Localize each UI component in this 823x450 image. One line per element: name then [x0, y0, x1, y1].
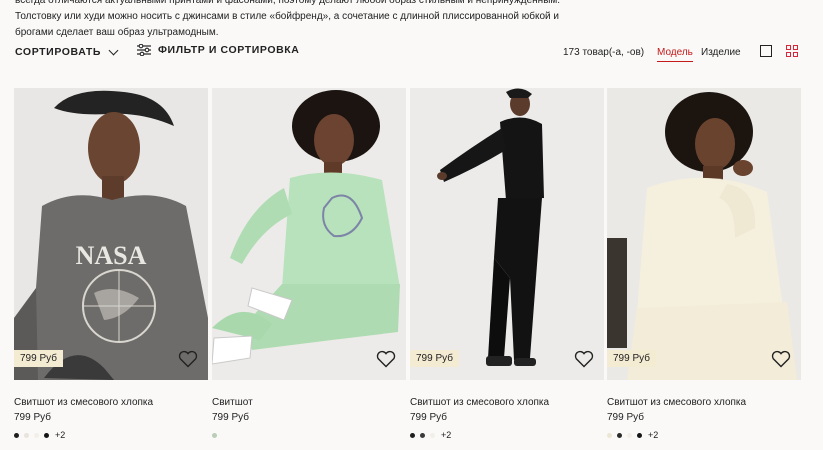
category-description: всегда отличаются актуальными принтами и… — [15, 0, 815, 41]
product-price: 799 Руб — [14, 412, 51, 423]
price-tag: 799 Руб — [607, 350, 656, 367]
sort-button[interactable]: СОРТИРОВАТЬ — [15, 45, 119, 58]
color-swatch[interactable] — [24, 432, 29, 438]
color-swatch[interactable] — [607, 432, 612, 438]
more-colors[interactable]: +2 — [648, 430, 658, 440]
product-image[interactable]: 799 Руб — [410, 88, 604, 380]
color-swatch[interactable] — [34, 432, 39, 438]
color-swatches: +2 — [14, 430, 208, 440]
heart-icon[interactable] — [771, 350, 791, 368]
color-swatch[interactable] — [617, 432, 622, 438]
model-photo-cream-sweatsuit — [607, 88, 801, 380]
product-toolbar: СОРТИРОВАТЬ ФИЛЬТР И СОРТИРОВКА 173 това… — [15, 43, 810, 63]
model-photo-mint-sweatsuit — [212, 88, 406, 380]
tab-product[interactable]: Изделие — [701, 47, 741, 58]
color-swatches: +2 — [410, 430, 604, 440]
product-price: 799 Руб — [607, 412, 644, 423]
color-swatch[interactable] — [420, 432, 425, 438]
product-card: Свитшот 799 Руб — [212, 88, 406, 440]
model-photo-black-velour-set — [410, 88, 604, 380]
heart-icon[interactable] — [574, 350, 594, 368]
color-swatch[interactable] — [44, 432, 49, 438]
tab-model[interactable]: Модель — [657, 47, 693, 62]
product-price: 799 Руб — [410, 412, 447, 423]
product-image[interactable]: 799 Руб — [607, 88, 801, 380]
product-card: 799 Руб Свитшот из смесового хлопка 799 … — [410, 88, 604, 440]
model-photo-grey-nasa-sweatshirt: NASA — [14, 88, 208, 380]
product-card: 799 Руб Свитшот из смесового хлопка 799 … — [607, 88, 801, 440]
grid-view-icon[interactable] — [786, 45, 798, 57]
product-title[interactable]: Свитшот из смесового хлопка — [14, 397, 208, 411]
product-image[interactable]: NASA 799 Руб — [14, 88, 208, 380]
product-count: 173 товар(-а, -ов) — [563, 47, 645, 58]
heart-icon[interactable] — [376, 350, 396, 368]
single-view-icon[interactable] — [760, 45, 772, 57]
color-swatch[interactable] — [430, 432, 435, 438]
filter-sliders-icon — [137, 44, 151, 56]
more-colors[interactable]: +2 — [441, 430, 451, 440]
color-swatch[interactable] — [637, 432, 642, 438]
product-card: NASA 799 Руб Свитшот из смесового хлопка… — [14, 88, 208, 440]
description-line: Толстовку или худи можно носить с джинса… — [15, 11, 560, 22]
svg-text:NASA: NASA — [76, 241, 147, 270]
description-line: брогами сделает ваш образ ультрамодным. — [15, 27, 219, 38]
filter-button[interactable]: ФИЛЬТР И СОРТИРОВКА — [137, 44, 299, 56]
product-title[interactable]: Свитшот из смесового хлопка — [410, 397, 604, 411]
product-title[interactable]: Свитшот из смесового хлопка — [607, 397, 801, 411]
description-line: всегда отличаются актуальными принтами и… — [15, 0, 561, 6]
product-image[interactable] — [212, 88, 406, 380]
filter-label: ФИЛЬТР И СОРТИРОВКА — [158, 44, 300, 56]
product-price: 799 Руб — [212, 412, 249, 423]
price-tag: 799 Руб — [14, 350, 63, 367]
price-tag: 799 Руб — [410, 350, 459, 367]
color-swatch[interactable] — [212, 432, 217, 438]
color-swatch[interactable] — [627, 432, 632, 438]
chevron-down-icon — [108, 45, 119, 55]
sort-label: СОРТИРОВАТЬ — [15, 46, 102, 58]
color-swatches: +2 — [607, 430, 801, 440]
more-colors[interactable]: +2 — [55, 430, 65, 440]
color-swatch[interactable] — [14, 432, 19, 438]
color-swatch[interactable] — [410, 432, 415, 438]
product-title[interactable]: Свитшот — [212, 397, 406, 411]
heart-icon[interactable] — [178, 350, 198, 368]
color-swatches — [212, 430, 406, 440]
